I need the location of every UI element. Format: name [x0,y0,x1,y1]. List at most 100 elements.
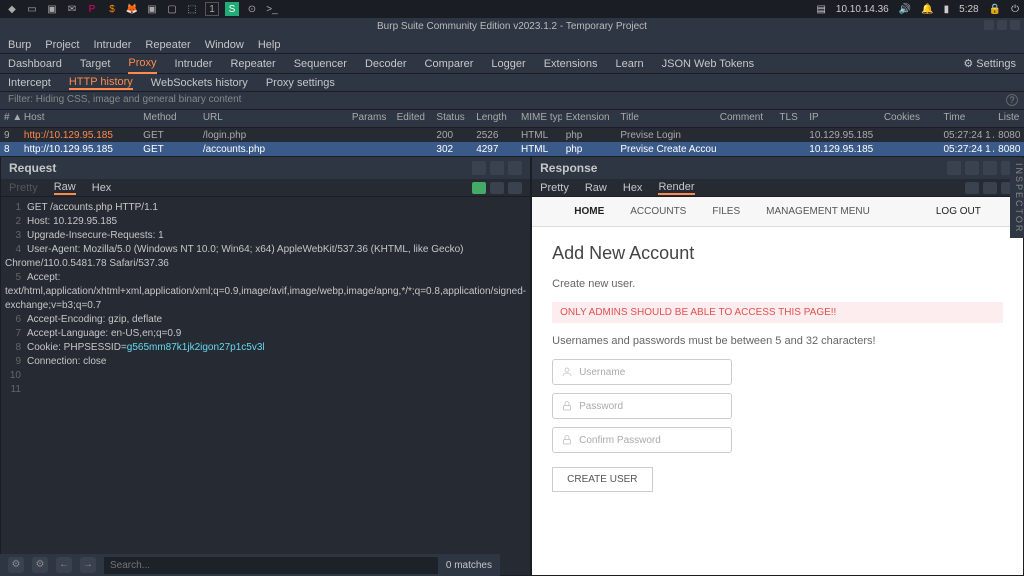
col-url[interactable]: URL [199,110,348,127]
pane-view-btn[interactable] [983,182,997,194]
wrap-btn[interactable] [490,182,504,194]
settings-button[interactable]: ⚙ Settings [963,55,1016,73]
tab-logger[interactable]: Logger [491,55,525,73]
maximize-button[interactable] [997,20,1007,30]
request-body[interactable]: 1GET /accounts.php HTTP/1.1 2Host: 10.12… [1,197,530,575]
menu-window[interactable]: Window [205,39,244,51]
username-field[interactable]: Username [552,359,732,385]
subtab-websockets[interactable]: WebSockets history [151,77,248,89]
pane-btn[interactable] [508,161,522,175]
terminal-icon[interactable]: >_ [265,2,279,16]
menu-project[interactable]: Project [45,39,79,51]
app-icon[interactable]: ⊙ [245,2,259,16]
col-num[interactable]: # ▲ [0,110,20,127]
action-btn[interactable] [472,182,486,194]
tab-target[interactable]: Target [80,55,111,73]
app-icon[interactable]: ◆ [5,2,19,16]
table-row[interactable]: 8 http://10.129.95.185 GET /accounts.php… [0,142,1024,156]
close-button[interactable] [1010,20,1020,30]
col-status[interactable]: Status [432,110,472,127]
tab-dashboard[interactable]: Dashboard [8,55,62,73]
pane-view-btn[interactable] [965,182,979,194]
power-icon[interactable]: ⏻ [1011,4,1019,15]
vpn-icon[interactable]: ▤ [816,4,825,15]
col-method[interactable]: Method [139,110,199,127]
pane-btn[interactable] [472,161,486,175]
app-icon[interactable]: P [85,2,99,16]
create-user-button[interactable]: CREATE USER [552,467,652,492]
col-time[interactable]: Time [939,110,994,127]
minimize-button[interactable] [984,20,994,30]
volume-icon[interactable]: 🔊 [899,4,911,15]
col-host[interactable]: Host [20,110,139,127]
tab-repeater[interactable]: Repeater [230,55,275,73]
tab-decoder[interactable]: Decoder [365,55,407,73]
lock-icon[interactable]: 🔒 [989,4,1001,15]
tab-sequencer[interactable]: Sequencer [294,55,347,73]
tab-learn[interactable]: Learn [616,55,644,73]
res-tab-raw[interactable]: Raw [585,182,607,194]
col-liste[interactable]: Liste [994,110,1024,127]
menu-help[interactable]: Help [258,39,281,51]
subtab-intercept[interactable]: Intercept [8,77,51,89]
tab-jwt[interactable]: JSON Web Tokens [662,55,755,73]
pane-btn[interactable] [965,161,979,175]
col-ip[interactable]: IP [805,110,880,127]
col-mime[interactable]: MIME type [517,110,562,127]
menu-repeater[interactable]: Repeater [145,39,190,51]
col-params[interactable]: Params [348,110,393,127]
pane-btn[interactable] [490,161,504,175]
req-tab-raw[interactable]: Raw [54,181,76,195]
app-icon[interactable]: ▣ [45,2,59,16]
nav-logout[interactable]: LOG OUT [936,206,981,217]
battery-icon[interactable]: ▮ [944,4,950,15]
inspector-tab[interactable]: INSPECTOR [1010,158,1024,238]
notification-icon[interactable]: 🔔 [921,4,933,15]
tab-intruder[interactable]: Intruder [175,55,213,73]
nav-accounts[interactable]: ACCOUNTS [630,206,686,217]
next-button[interactable]: → [80,557,96,573]
tab-comparer[interactable]: Comparer [425,55,474,73]
pane-btn[interactable] [947,161,961,175]
req-tab-hex[interactable]: Hex [92,182,112,194]
newline-btn[interactable] [508,182,522,194]
res-tab-hex[interactable]: Hex [623,182,643,194]
menu-burp[interactable]: Burp [8,39,31,51]
app-icon[interactable]: 🦊 [125,2,139,16]
subtab-proxy-settings[interactable]: Proxy settings [266,77,335,89]
app-icon[interactable]: ▢ [165,2,179,16]
app-icon[interactable]: ▣ [145,2,159,16]
table-row[interactable]: 9 http://10.129.95.185 GET /login.php 20… [0,128,1024,142]
confirm-password-field[interactable]: Confirm Password [552,427,732,453]
col-comment[interactable]: Comment [716,110,776,127]
gear-icon[interactable]: ⚙ [32,557,48,573]
nav-files[interactable]: FILES [712,206,740,217]
col-ext[interactable]: Extension [562,110,617,127]
password-field[interactable]: Password [552,393,732,419]
gear-icon[interactable]: ⚙ [8,557,24,573]
nav-home[interactable]: HOME [574,206,604,217]
app-icon[interactable]: ✉ [65,2,79,16]
pane-btn[interactable] [983,161,997,175]
col-tls[interactable]: TLS [775,110,805,127]
subtab-http-history[interactable]: HTTP history [69,76,133,90]
app-icon[interactable]: $ [105,2,119,16]
nav-management[interactable]: MANAGEMENT MENU [766,206,870,217]
search-input[interactable] [104,557,438,574]
col-edited[interactable]: Edited [393,110,433,127]
col-cookies[interactable]: Cookies [880,110,940,127]
res-tab-pretty[interactable]: Pretty [540,182,569,194]
app-icon[interactable]: S [225,2,239,16]
req-tab-pretty[interactable]: Pretty [9,182,38,194]
help-icon[interactable]: ? [1006,94,1018,106]
menu-intruder[interactable]: Intruder [94,39,132,51]
col-title[interactable]: Title [616,110,715,127]
filter-bar[interactable]: Filter: Hiding CSS, image and general bi… [0,92,1024,110]
res-tab-render[interactable]: Render [658,181,694,195]
workspace-indicator[interactable]: 1 [205,2,219,16]
tab-extensions[interactable]: Extensions [544,55,598,73]
app-icon[interactable]: ▭ [25,2,39,16]
tab-proxy[interactable]: Proxy [128,54,156,74]
prev-button[interactable]: ← [56,557,72,573]
app-icon[interactable]: ⬚ [185,2,199,16]
